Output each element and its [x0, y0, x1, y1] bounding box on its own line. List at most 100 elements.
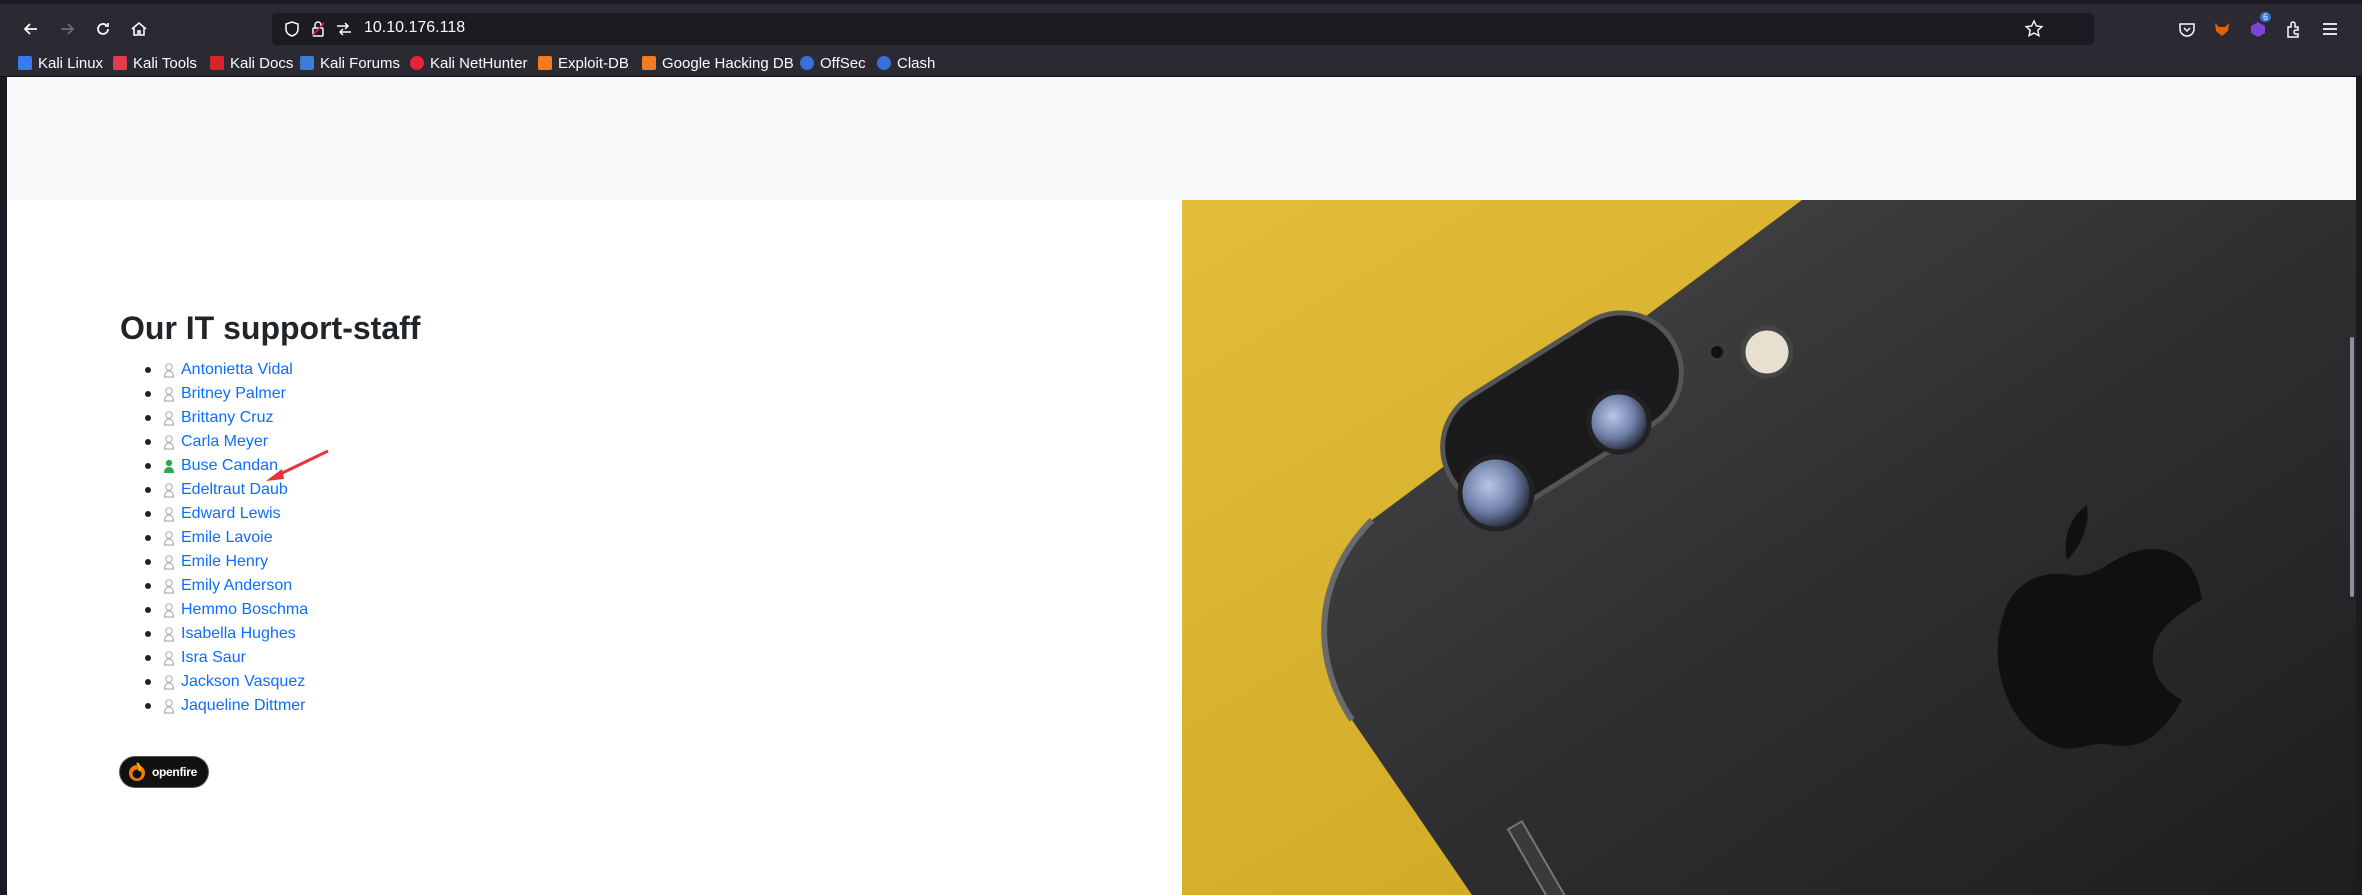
- user-offline-icon: [163, 675, 175, 690]
- bullet: [145, 607, 151, 613]
- list-item: Isabella Hughes: [120, 622, 308, 646]
- list-item: Brittany Cruz: [120, 406, 308, 430]
- permissions-icon[interactable]: [334, 19, 354, 39]
- bookmark-label: Kali Forums: [320, 54, 401, 72]
- user-offline-icon: [163, 651, 175, 666]
- bullet: [145, 703, 151, 709]
- menu-button[interactable]: [2315, 14, 2345, 44]
- bullet: [145, 655, 151, 661]
- bookmark-clash[interactable]: Clash: [877, 53, 935, 73]
- user-offline-icon: [163, 387, 175, 402]
- lock-warning-icon[interactable]: [308, 19, 328, 39]
- hamburger-menu-icon: [2323, 23, 2337, 35]
- home-button[interactable]: [124, 14, 154, 44]
- reload-icon: [97, 23, 109, 35]
- bullet: [145, 559, 151, 565]
- bookmark-label: Exploit-DB: [558, 54, 629, 72]
- user-offline-icon: [163, 603, 175, 618]
- kali-dragon-icon: [18, 56, 32, 70]
- shield-icon[interactable]: [282, 19, 302, 39]
- nethunter-icon: [410, 56, 424, 70]
- bullet: [145, 583, 151, 589]
- home-icon: [131, 21, 147, 36]
- list-item: Emile Lavoie: [120, 526, 308, 550]
- bullet: [145, 463, 151, 469]
- back-button[interactable]: [16, 14, 46, 44]
- foxyproxy-button[interactable]: [2207, 14, 2237, 44]
- list-item: Britney Palmer: [120, 382, 308, 406]
- bullet: [145, 367, 151, 373]
- bookmark-kali-nethunter[interactable]: Kali NetHunter: [410, 53, 528, 73]
- openfire-badge[interactable]: openfire: [120, 757, 208, 787]
- bookmark-kali-tools[interactable]: Kali Tools: [113, 53, 197, 73]
- offsec-icon: [800, 56, 814, 70]
- ghdb-icon: [642, 56, 656, 70]
- bookmarks-toolbar: Kali Linux Kali Tools Kali Docs Kali For…: [0, 49, 2362, 77]
- bullet: [145, 511, 151, 517]
- bookmark-kali-docs[interactable]: Kali Docs: [210, 53, 293, 73]
- staff-link[interactable]: Edward Lewis: [181, 505, 281, 523]
- bookmark-kali-linux[interactable]: Kali Linux: [18, 53, 103, 73]
- bookmark-label: Kali NetHunter: [430, 54, 528, 72]
- url-text[interactable]: 10.10.176.118: [364, 19, 465, 37]
- staff-link[interactable]: Emile Lavoie: [181, 529, 273, 547]
- kali-docs-icon: [210, 56, 224, 70]
- bookmark-label: Kali Docs: [230, 54, 294, 72]
- bookmark-google-hacking-db[interactable]: Google Hacking DB: [642, 53, 794, 73]
- kali-forums-icon: [300, 56, 314, 70]
- extension-count-badge: 6: [2259, 12, 2271, 22]
- bookmark-exploit-db[interactable]: Exploit-DB: [538, 53, 629, 73]
- user-offline-icon: [163, 411, 175, 426]
- list-item: Hemmo Boschma: [120, 598, 308, 622]
- bullet: [145, 487, 151, 493]
- list-item: Edward Lewis: [120, 502, 308, 526]
- web-page: Our IT support-staff Antonietta Vidal Bri…: [7, 77, 2356, 895]
- user-offline-icon: [163, 627, 175, 642]
- phone-photo: [1182, 200, 2356, 895]
- user-offline-icon: [163, 699, 175, 714]
- bullet: [145, 415, 151, 421]
- address-bar[interactable]: 10.10.176.118: [272, 13, 2094, 45]
- staff-link[interactable]: Hemmo Boschma: [181, 601, 308, 619]
- bookmark-offsec[interactable]: OffSec: [800, 53, 866, 73]
- list-item: Jaqueline Dittmer: [120, 694, 308, 718]
- staff-link[interactable]: Isra Saur: [181, 649, 246, 667]
- browser-toolbar: 10.10.176.118 6: [0, 0, 2362, 49]
- cube-extension-icon: [2251, 22, 2265, 37]
- extension-badge-button[interactable]: 6: [2243, 12, 2273, 44]
- kali-tools-icon: [113, 56, 127, 70]
- scrollbar-thumb[interactable]: [2350, 337, 2354, 597]
- staff-link[interactable]: Britney Palmer: [181, 385, 286, 403]
- staff-link[interactable]: Emily Anderson: [181, 577, 292, 595]
- staff-link[interactable]: Antonietta Vidal: [181, 361, 293, 379]
- openfire-flame-icon: [129, 762, 145, 781]
- staff-link[interactable]: Carla Meyer: [181, 433, 268, 451]
- staff-link[interactable]: Jackson Vasquez: [181, 673, 305, 691]
- bookmark-kali-forums[interactable]: Kali Forums: [300, 53, 400, 73]
- openfire-label: openfire: [152, 765, 197, 779]
- page-title: Our IT support-staff: [120, 310, 421, 346]
- staff-list: Antonietta Vidal Britney Palmer Brittany C…: [120, 358, 308, 718]
- user-offline-icon: [163, 531, 175, 546]
- extensions-button[interactable]: [2279, 14, 2309, 44]
- user-offline-icon: [163, 363, 175, 378]
- bookmark-star-icon[interactable]: [2024, 19, 2044, 39]
- staff-link[interactable]: Brittany Cruz: [181, 409, 273, 427]
- bullet: [145, 439, 151, 445]
- pocket-button[interactable]: [2172, 14, 2202, 44]
- bookmark-label: Kali Tools: [133, 54, 197, 72]
- user-offline-icon: [163, 507, 175, 522]
- forward-button[interactable]: [52, 14, 82, 44]
- list-item: Emile Henry: [120, 550, 308, 574]
- user-offline-icon: [163, 579, 175, 594]
- list-item: Jackson Vasquez: [120, 670, 308, 694]
- reload-button[interactable]: [88, 14, 118, 44]
- forward-arrow-icon: [61, 23, 75, 35]
- staff-link[interactable]: Emile Henry: [181, 553, 268, 571]
- user-offline-icon: [163, 555, 175, 570]
- bookmark-label: OffSec: [820, 54, 866, 72]
- list-item: Antonietta Vidal: [120, 358, 308, 382]
- staff-link[interactable]: Isabella Hughes: [181, 625, 296, 643]
- clash-icon: [877, 56, 891, 70]
- staff-link[interactable]: Jaqueline Dittmer: [181, 697, 306, 715]
